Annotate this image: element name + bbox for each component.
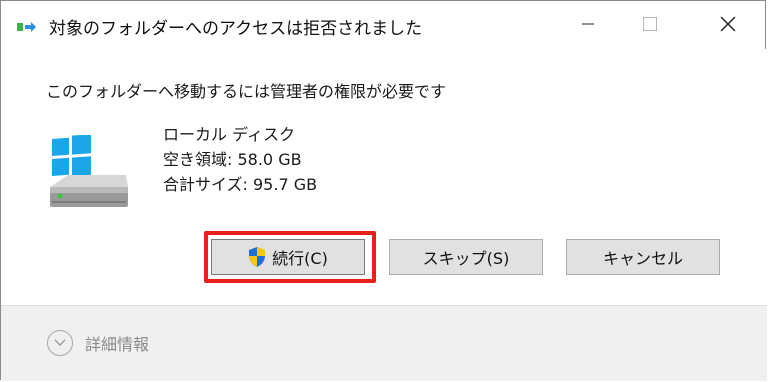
drive-info: ローカル ディスク 空き領域: 58.0 GB 合計サイズ: 95.7 GB [163, 122, 317, 197]
minimize-icon [582, 23, 594, 25]
window-title: 対象のフォルダーへのアクセスは拒否されました [49, 19, 423, 39]
chevron-down-icon [47, 330, 73, 356]
windows-drive-icon [50, 135, 128, 207]
skip-button[interactable]: スキップ(S) [389, 239, 543, 275]
folder-move-icon [17, 22, 36, 32]
uac-shield-icon [249, 247, 266, 267]
cancel-label: キャンセル [602, 249, 683, 268]
skip-label: スキップ(S) [422, 249, 510, 268]
title-bar[interactable]: 対象のフォルダーへのアクセスは拒否されました [1, 1, 767, 49]
maximize-icon [643, 17, 657, 31]
dialog-content: このフォルダーへ移動するには管理者の権限が必要です ローカル ディスク 空き領域… [1, 49, 767, 305]
message-text: このフォルダーへ移動するには管理者の権限が必要です [46, 82, 447, 101]
dialog-window: 対象のフォルダーへのアクセスは拒否されました このフォルダーへ移動するには管理者… [0, 0, 767, 381]
drive-name: ローカル ディスク [163, 125, 295, 144]
details-label: 詳細情報 [85, 335, 150, 354]
continue-label: 続行(C) [272, 249, 328, 268]
dialog-footer: 詳細情報 [1, 305, 767, 381]
maximize-button[interactable] [625, 1, 675, 47]
drive-free-space: 空き領域: 58.0 GB [163, 150, 302, 169]
details-toggle[interactable]: 詳細情報 [47, 330, 149, 356]
cancel-button[interactable]: キャンセル [566, 239, 720, 275]
close-icon [720, 16, 736, 32]
close-button[interactable] [703, 1, 753, 47]
drive-total-size: 合計サイズ: 95.7 GB [163, 175, 318, 194]
continue-button[interactable]: 続行(C) [211, 239, 365, 275]
minimize-button[interactable] [563, 1, 613, 47]
